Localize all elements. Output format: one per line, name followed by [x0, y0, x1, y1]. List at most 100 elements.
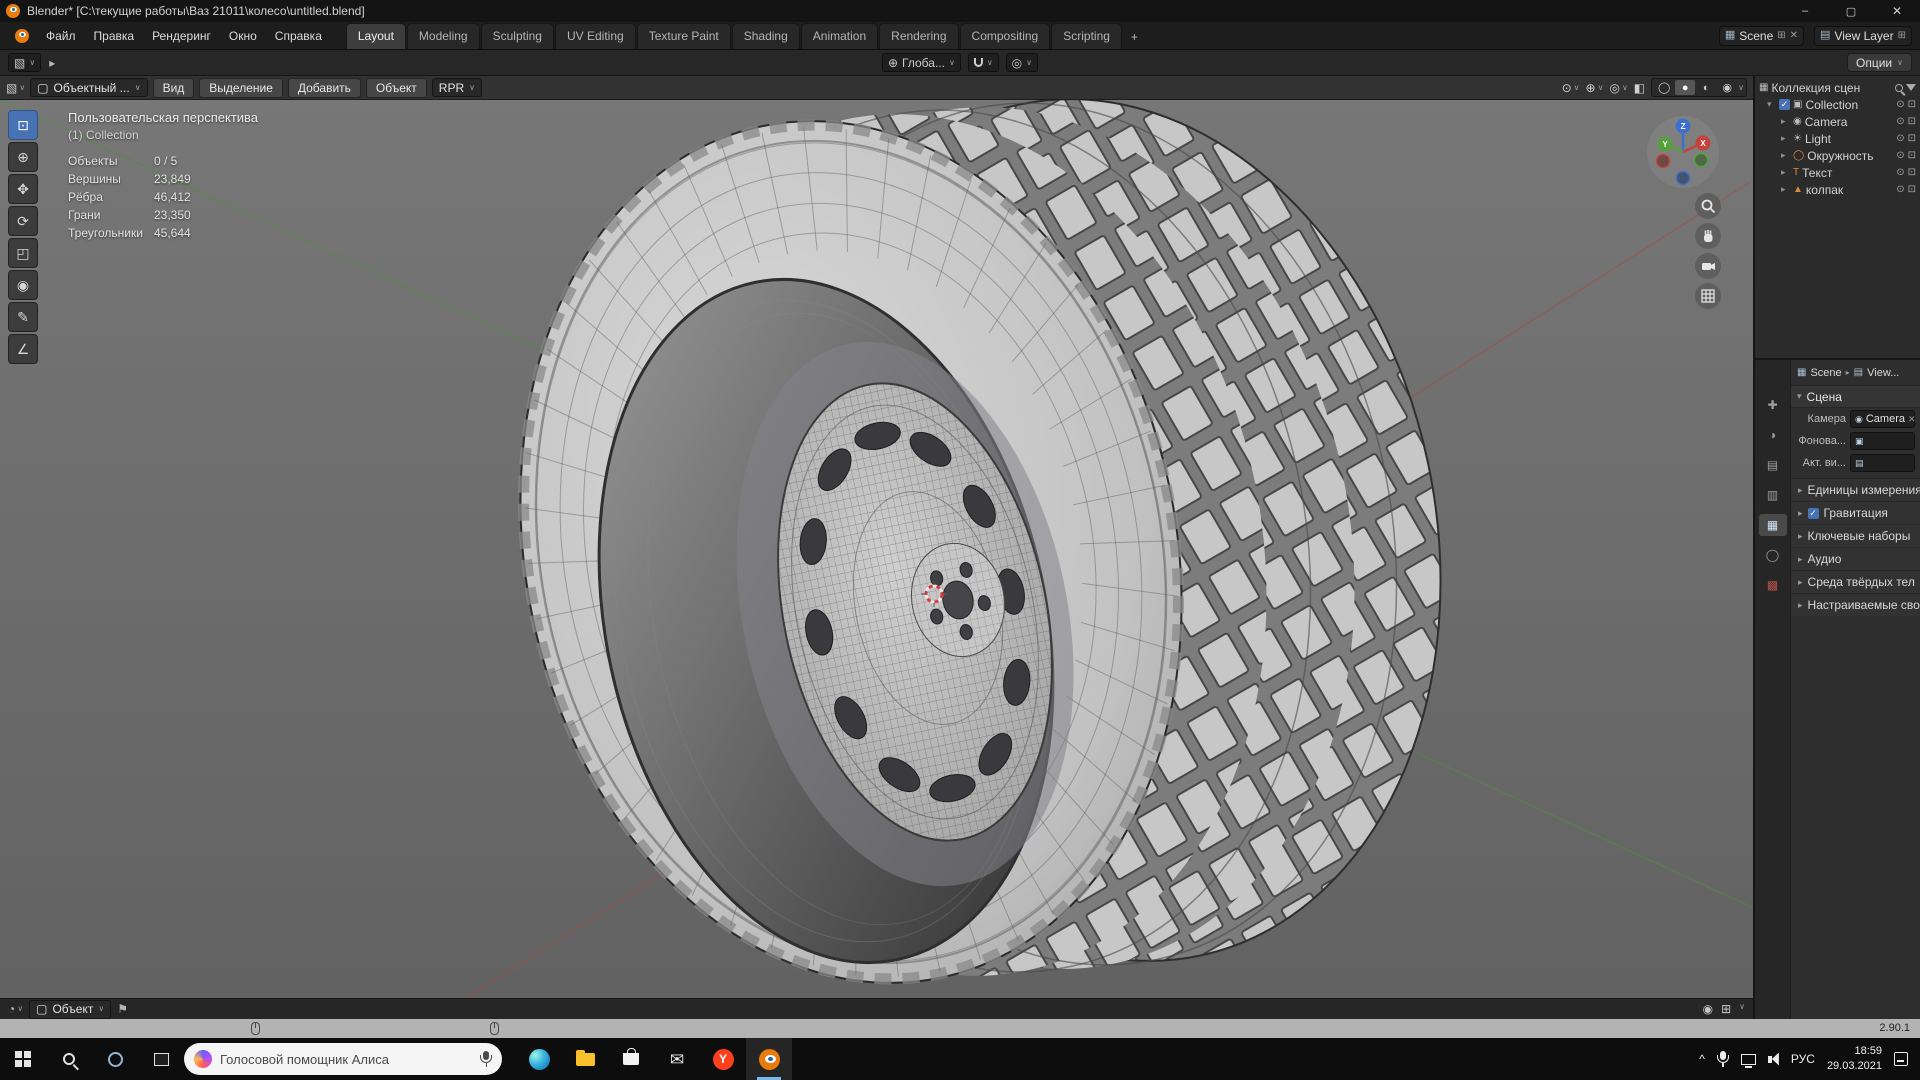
taskbar-explorer-button[interactable] — [562, 1038, 608, 1080]
panel-audio[interactable]: ▸ Аудио — [1791, 547, 1920, 570]
camera-property-field[interactable]: ◉ Camera ✕ — [1850, 410, 1916, 428]
panel-rigid-body-world[interactable]: ▸ Среда твёрдых тел — [1791, 570, 1920, 593]
add-workspace-button[interactable]: + — [1123, 26, 1146, 49]
collection-checkbox[interactable]: ✓ — [1779, 99, 1790, 110]
scene-selector[interactable]: ▦ Scene ⊞ ✕ — [1718, 25, 1805, 46]
tab-tool-properties[interactable]: ✚ — [1759, 394, 1787, 416]
object-visibility-dropdown[interactable]: ⊙ ∨ — [1562, 82, 1580, 94]
unlink-scene-icon[interactable]: ✕ — [1790, 30, 1798, 41]
menu-view[interactable]: Вид — [152, 77, 195, 98]
language-indicator[interactable]: РУС — [1791, 1052, 1815, 1066]
tab-texture-paint[interactable]: Texture Paint — [636, 23, 731, 49]
close-button[interactable]: ✕ — [1874, 0, 1920, 22]
hidden-icons-chevron[interactable]: ^ — [1699, 1052, 1705, 1066]
tab-shading[interactable]: Shading — [731, 23, 800, 49]
tab-scene-properties[interactable]: ▦ — [1758, 514, 1787, 536]
xray-toggle[interactable]: ◧ — [1634, 82, 1645, 94]
tab-texture-properties[interactable]: ▩ — [1759, 574, 1787, 596]
hide-eye-icon[interactable]: ⊙ — [1896, 133, 1904, 144]
tab-view-layer-properties[interactable]: ▥ — [1759, 484, 1787, 506]
active-tool-icon[interactable]: ▸ — [49, 57, 55, 69]
overlays-toggle[interactable]: ◎ ∨ — [1609, 82, 1627, 94]
hide-eye-icon[interactable]: ⊙ — [1896, 167, 1904, 178]
editor-type-selector[interactable]: ▧ ∨ — [8, 53, 42, 72]
view-layer-selector[interactable]: ▤ View Layer ⊞ — [1814, 25, 1912, 46]
tab-layout[interactable]: Layout — [345, 23, 406, 49]
panel-units[interactable]: ▸ Единицы измерения — [1791, 478, 1920, 501]
proportional-editing-toggle[interactable]: ◎ ∨ — [1005, 53, 1039, 72]
tool-cursor-button[interactable]: ⊕ — [8, 142, 38, 172]
hide-eye-icon[interactable]: ⊙ — [1896, 116, 1904, 127]
taskbar-search-button[interactable] — [46, 1038, 92, 1080]
tab-uv-editing[interactable]: UV Editing — [554, 23, 636, 49]
tool-transform-button[interactable]: ◉ — [8, 270, 38, 300]
taskbar-mail-button[interactable]: ✉ — [654, 1038, 700, 1080]
snapping-toggle[interactable]: ∨ — [967, 53, 999, 72]
breadcrumb-view-layer[interactable]: View... — [1867, 367, 1899, 379]
outliner-root-row[interactable]: ▦ Коллекция сцен — [1755, 79, 1920, 96]
start-button[interactable] — [0, 1038, 46, 1080]
shading-rendered-button[interactable]: ◉ — [1717, 80, 1737, 95]
chevron-down-icon[interactable]: ∨ — [1739, 1003, 1745, 1015]
scene-section-header[interactable]: ▾ Сцена — [1791, 386, 1920, 408]
disclosure-icon[interactable]: ▸ — [1781, 117, 1790, 126]
shading-wireframe-button[interactable]: ◯ — [1654, 80, 1674, 95]
outliner-row-circle[interactable]: ▸ ◯ Окружность ⊙ ⊡ — [1755, 147, 1920, 164]
tab-output-properties[interactable]: ▤ — [1759, 454, 1787, 476]
timeline-mode-select[interactable]: ▢ Объект ∨ — [29, 999, 112, 1019]
network-icon[interactable] — [1740, 1053, 1756, 1068]
menu-select[interactable]: Выделение — [199, 77, 283, 98]
tab-compositing[interactable]: Compositing — [959, 23, 1051, 49]
menu-help[interactable]: Справка — [267, 26, 330, 46]
outliner-row-light[interactable]: ▸ ☀ Light ⊙ ⊡ — [1755, 130, 1920, 147]
tab-render-properties[interactable]: ◑ — [1759, 424, 1787, 446]
tab-rendering[interactable]: Rendering — [879, 23, 959, 49]
menu-edit[interactable]: Правка — [86, 26, 143, 46]
disclosure-icon[interactable]: ▸ — [1781, 151, 1790, 160]
render-camera-icon[interactable]: ⊡ — [1908, 184, 1916, 195]
menu-add[interactable]: Добавить — [287, 77, 361, 98]
camera-view-button[interactable] — [1695, 253, 1721, 279]
alisa-search-box[interactable]: Голосовой помощник Алиса — [184, 1043, 502, 1075]
outliner-row-kolpak[interactable]: ▸ ▲ колпак ⊙ ⊡ — [1755, 181, 1920, 198]
taskbar-blender-button[interactable] — [746, 1038, 792, 1080]
render-camera-icon[interactable]: ⊡ — [1908, 99, 1916, 110]
gravity-checkbox[interactable]: ✓ — [1807, 507, 1819, 519]
disclosure-icon[interactable]: ▸ — [1781, 185, 1790, 194]
menu-window[interactable]: Окно — [221, 26, 265, 46]
tool-annotate-button[interactable]: ✎ — [8, 302, 38, 332]
outliner-row-camera[interactable]: ▸ ◉ Camera ⊙ ⊡ — [1755, 113, 1920, 130]
disclosure-icon[interactable]: ▸ — [1781, 134, 1790, 143]
tab-sculpting[interactable]: Sculpting — [480, 23, 554, 49]
taskbar-clock[interactable]: 18:59 29.03.2021 — [1827, 1044, 1882, 1074]
render-camera-icon[interactable]: ⊡ — [1908, 116, 1916, 127]
active-clip-property-field[interactable]: ▤ — [1850, 454, 1915, 472]
menu-file[interactable]: Файл — [38, 26, 84, 46]
tool-select-box-button[interactable]: ⊡ — [8, 110, 38, 140]
tool-measure-button[interactable]: ∠ — [8, 334, 38, 364]
sync-icon[interactable]: ◉ — [1703, 1003, 1713, 1015]
3d-viewport[interactable]: ⊡ ⊕ ✥ ⟳ ◰ ◉ ✎ ∠ Пользовательская перспек… — [0, 100, 1753, 998]
hide-eye-icon[interactable]: ⊙ — [1896, 150, 1904, 161]
taskbar-edge-button[interactable] — [516, 1038, 562, 1080]
shading-material-button[interactable]: ◐ — [1696, 80, 1716, 95]
taskbar-yandex-button[interactable]: Y — [700, 1038, 746, 1080]
transform-orientation-select[interactable]: ⊕ Глоба... ∨ — [881, 53, 961, 72]
clear-icon[interactable]: ✕ — [1908, 414, 1916, 424]
panel-keying-sets[interactable]: ▸ Ключевые наборы — [1791, 524, 1920, 547]
new-view-layer-icon[interactable]: ⊞ — [1898, 30, 1906, 41]
microphone-icon[interactable] — [480, 1051, 492, 1067]
menu-object[interactable]: Объект — [365, 77, 427, 98]
menu-render[interactable]: Рендеринг — [144, 26, 219, 46]
task-view-button[interactable] — [138, 1038, 184, 1080]
disclosure-icon[interactable]: ▾ — [1767, 100, 1776, 109]
tool-scale-button[interactable]: ◰ — [8, 238, 38, 268]
zoom-view-button[interactable] — [1695, 193, 1721, 219]
tool-rotate-button[interactable]: ⟳ — [8, 206, 38, 236]
shading-solid-button[interactable]: ● — [1675, 80, 1696, 95]
blender-menu-button[interactable] — [8, 28, 36, 43]
render-camera-icon[interactable]: ⊡ — [1908, 167, 1916, 178]
pan-view-button[interactable] — [1695, 223, 1721, 249]
toggle-ortho-button[interactable] — [1695, 283, 1721, 309]
tool-move-button[interactable]: ✥ — [8, 174, 38, 204]
